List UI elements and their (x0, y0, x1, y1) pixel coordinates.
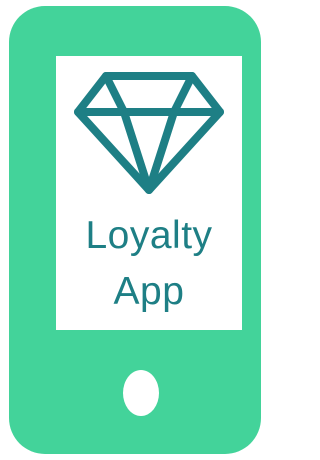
diamond-icon (74, 72, 224, 194)
app-title-line-2: App (113, 270, 185, 313)
app-title-line-1: Loyalty (85, 214, 213, 257)
home-button (123, 370, 159, 416)
phone-screen: Loyalty App (56, 56, 242, 330)
